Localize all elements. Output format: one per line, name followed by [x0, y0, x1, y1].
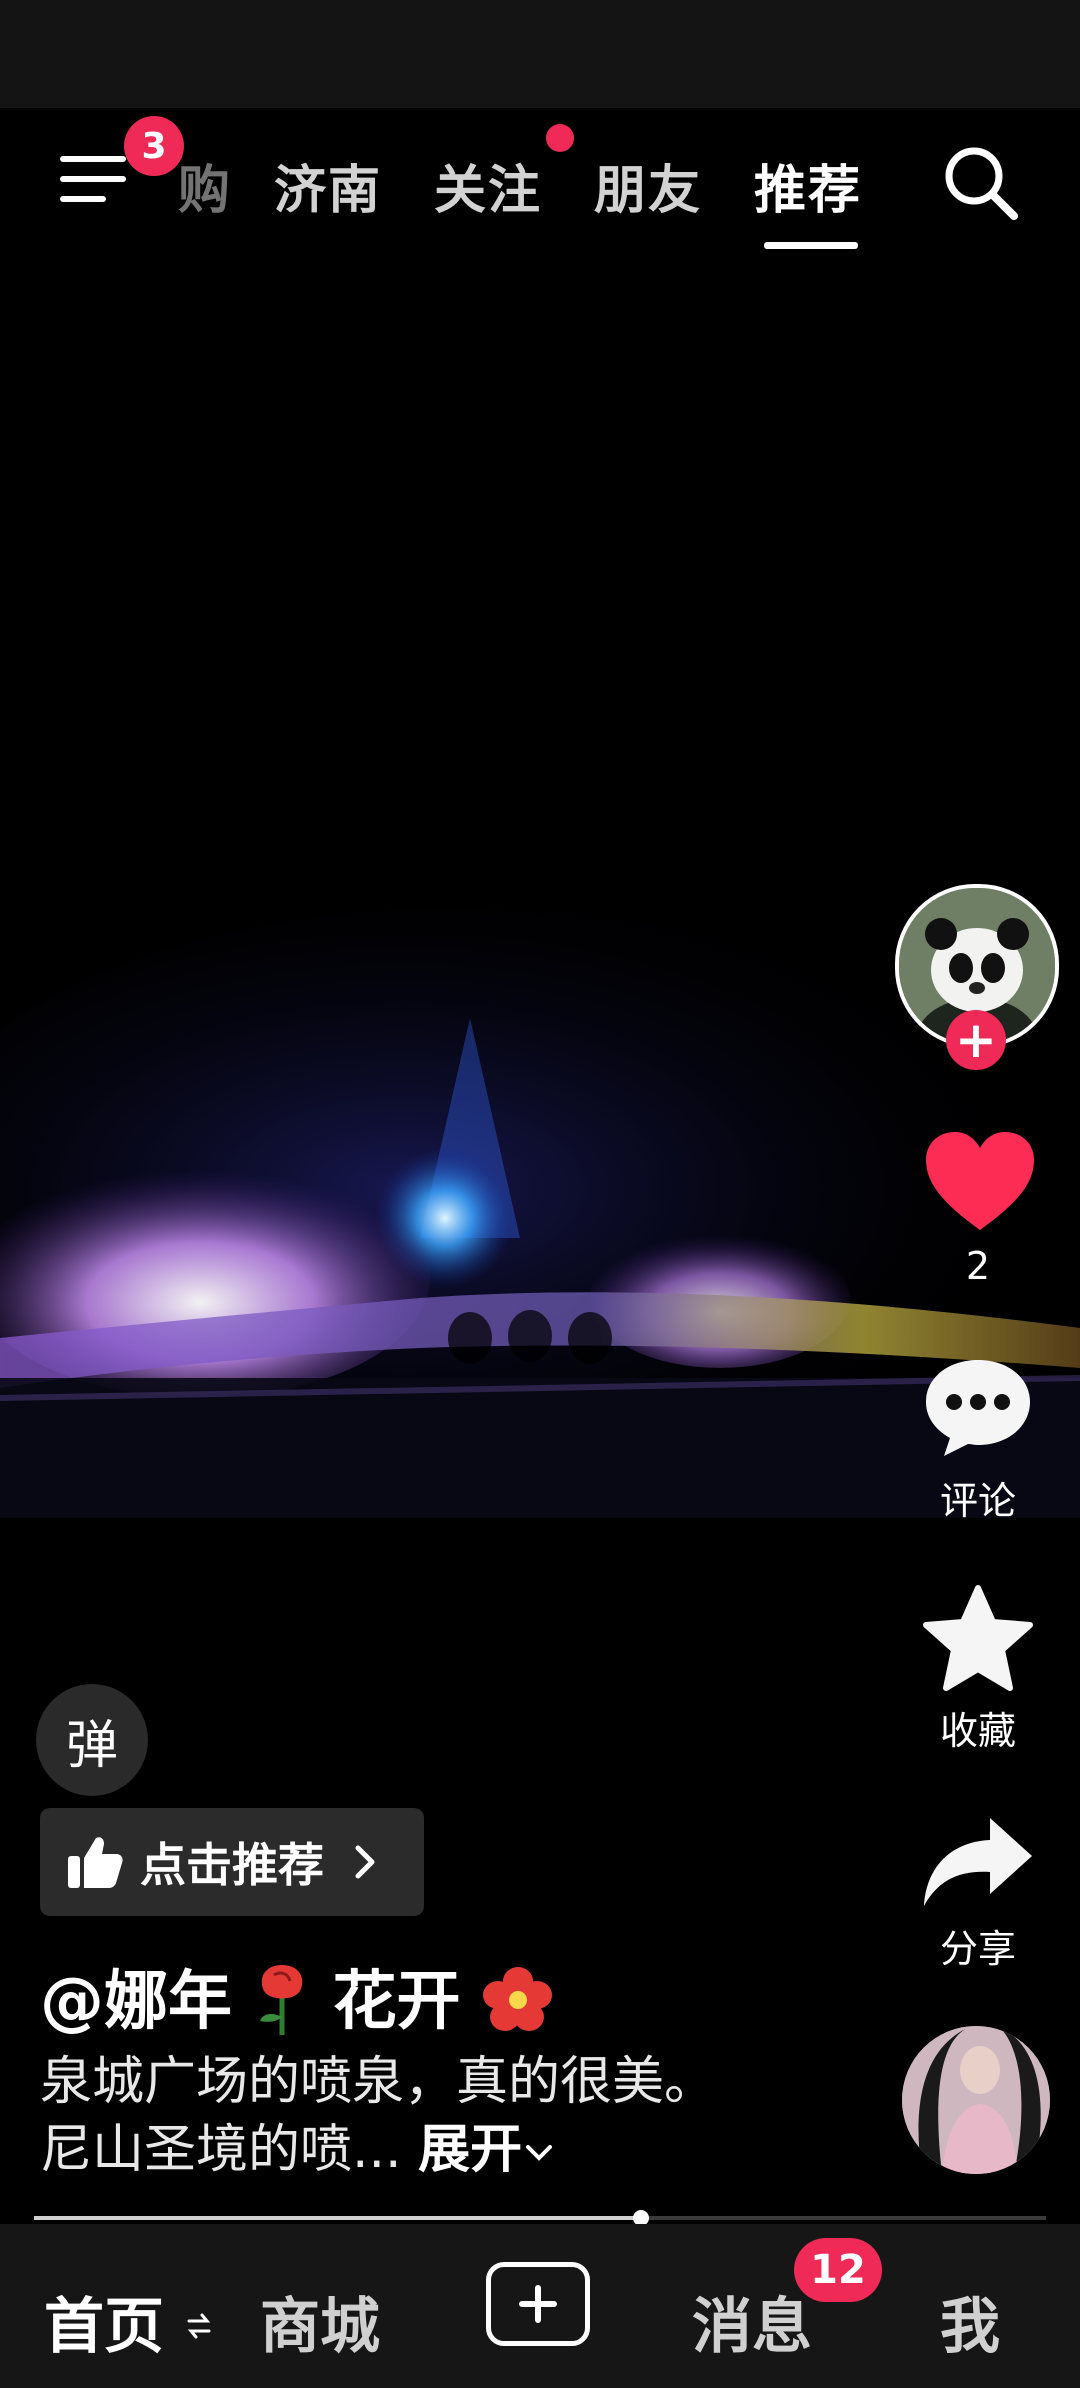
active-tab-indicator — [764, 242, 858, 249]
tab-following[interactable]: 关注 — [434, 148, 542, 223]
follow-plus-button[interactable]: + — [946, 1010, 1006, 1070]
messages-badge: 12 — [794, 2238, 882, 2302]
nav-home[interactable]: 首页 — [44, 2278, 213, 2365]
music-cover-image — [902, 2026, 1050, 2174]
nav-home-label: 首页 — [44, 2292, 164, 2362]
like-count: 2 — [965, 1244, 991, 1288]
nav-messages[interactable]: 消息 — [692, 2278, 812, 2365]
video-description[interactable]: 泉城广场的喷泉，真的很美。尼山圣境的喷... 展开 — [40, 2048, 740, 2184]
share-label: 分享 — [939, 1927, 1016, 1971]
favorite-star-icon[interactable] — [920, 1584, 1036, 1694]
comment-icon[interactable] — [922, 1356, 1034, 1458]
tab-friends[interactable]: 朋友 — [594, 148, 702, 223]
plus-icon — [519, 2285, 557, 2323]
comment-label: 评论 — [939, 1479, 1016, 1523]
search-icon[interactable] — [940, 142, 1022, 224]
nav-me[interactable]: 我 — [940, 2278, 1000, 2365]
tab-jinan[interactable]: 济南 — [274, 148, 382, 223]
video-progress-bar[interactable] — [34, 2210, 1046, 2226]
tab-recommend[interactable]: 推荐 — [754, 148, 862, 223]
recommend-button[interactable]: 点击推荐 — [40, 1808, 424, 1916]
swap-arrows-icon — [187, 2313, 211, 2339]
chevron-right-icon — [355, 1845, 375, 1879]
author-name-suffix: 花开 — [332, 1965, 461, 2039]
create-post-button[interactable] — [486, 2262, 590, 2346]
menu-notification-badge: 3 — [124, 116, 184, 176]
danmaku-label: 弹 — [65, 1715, 118, 1776]
danmaku-toggle-button[interactable]: 弹 — [36, 1684, 148, 1796]
author-name[interactable]: @娜年 花开 — [40, 1950, 553, 2042]
author-name-prefix: @娜年 — [40, 1965, 232, 2039]
menu-button[interactable] — [60, 148, 130, 212]
thumbs-up-icon — [68, 1837, 123, 1888]
tab-shopping[interactable]: 购 — [178, 148, 232, 223]
hibiscus-emoji-icon — [482, 1967, 552, 2031]
rose-emoji-icon — [260, 1965, 303, 2035]
following-new-dot — [546, 124, 574, 152]
description-text: 泉城广场的喷泉，真的很美。尼山圣境的喷... — [40, 2052, 717, 2180]
status-bar — [0, 0, 1080, 108]
favorite-label: 收藏 — [939, 1709, 1016, 1753]
share-arrow-icon[interactable] — [920, 1814, 1036, 1910]
like-heart-icon[interactable] — [924, 1130, 1036, 1234]
recommend-label: 点击推荐 — [140, 1838, 324, 1892]
progress-fill — [34, 2216, 642, 2220]
music-disc-avatar[interactable] — [902, 2026, 1050, 2174]
expand-button[interactable]: 展开 — [418, 2120, 556, 2180]
chevron-down-icon — [526, 2145, 553, 2161]
nav-mall[interactable]: 商城 — [260, 2278, 380, 2365]
